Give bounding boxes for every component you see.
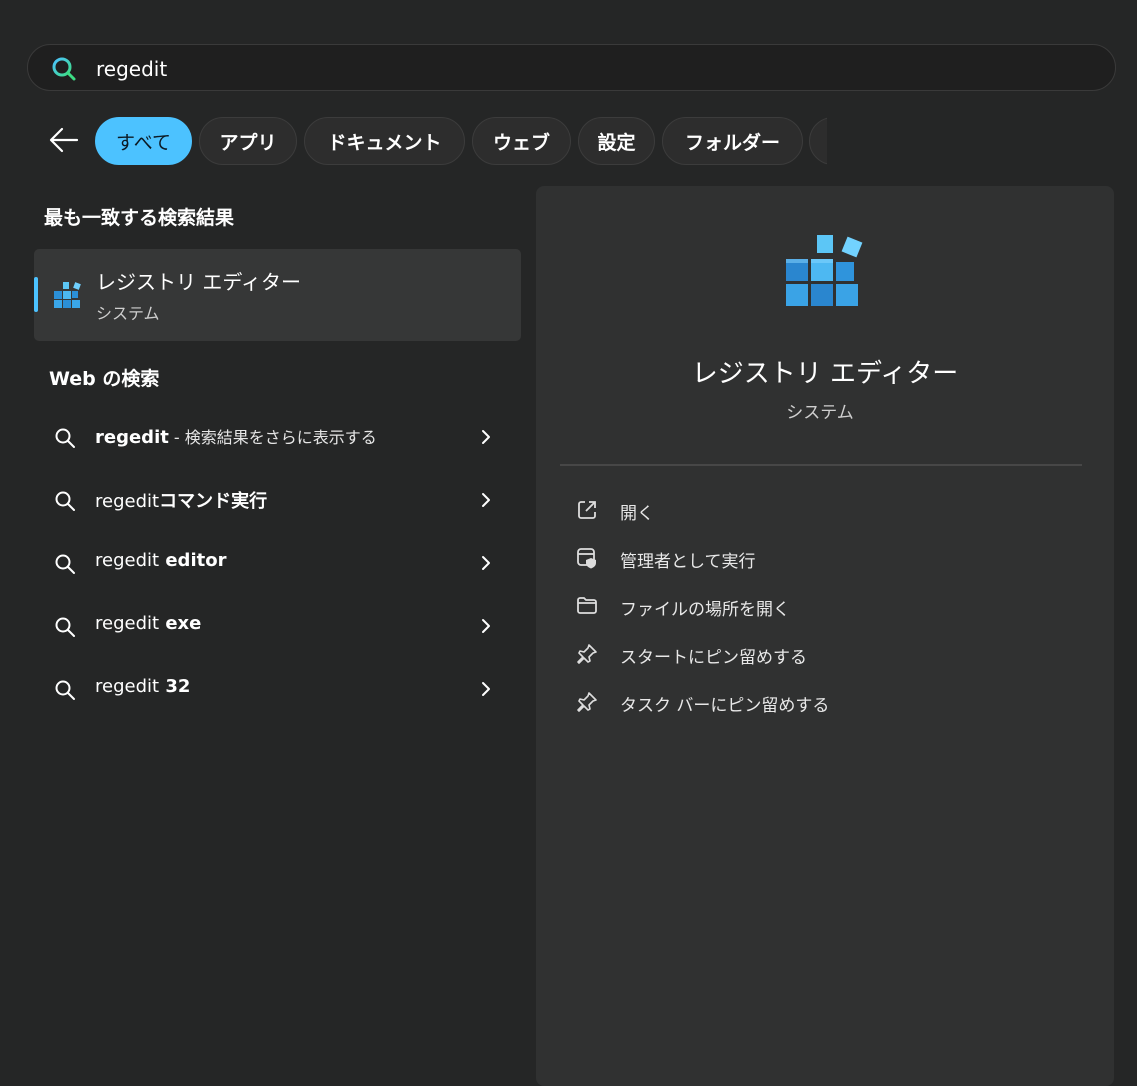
action-open[interactable]: 開く	[560, 488, 1080, 528]
search-box[interactable]	[27, 44, 1116, 91]
detail-app-name: レジストリ エディター	[691, 359, 959, 389]
web-search-heading: Web の検索	[49, 368, 160, 390]
search-icon	[55, 680, 75, 700]
search-icon	[55, 491, 75, 511]
selection-indicator	[34, 277, 38, 312]
back-arrow-icon[interactable]	[46, 124, 82, 156]
action-open-file-location[interactable]: ファイルの場所を開く	[560, 584, 1080, 624]
search-icon	[52, 57, 76, 81]
web-search-label: regedit 32	[95, 676, 191, 697]
chevron-right-icon	[482, 619, 490, 633]
web-search-label: regedit editor	[95, 550, 227, 571]
action-label: ファイルの場所を開く	[620, 600, 790, 620]
best-match-app-name: レジストリ エディター	[96, 270, 301, 294]
filter-chip-apps[interactable]: アプリ	[199, 117, 297, 165]
web-search-item[interactable]: regedit - 検索結果をさらに表示する	[34, 414, 521, 460]
folder-icon	[577, 597, 597, 614]
action-run-as-admin[interactable]: 管理者として実行	[560, 536, 1080, 576]
filter-chip-documents[interactable]: ドキュメント	[304, 117, 465, 165]
pin-icon	[577, 644, 597, 664]
filter-chip-folders[interactable]: フォルダー	[662, 117, 803, 165]
filter-chip-all[interactable]: すべて	[95, 117, 192, 165]
action-label: スタートにピン留めする	[620, 648, 807, 668]
open-external-icon	[578, 501, 596, 519]
best-match-heading: 最も一致する検索結果	[44, 207, 235, 229]
best-match-app-type: システム	[96, 304, 160, 323]
action-pin-to-start[interactable]: スタートにピン留めする	[560, 632, 1080, 672]
filter-chip-settings[interactable]: 設定	[578, 117, 655, 165]
filter-chips: すべて アプリ ドキュメント ウェブ 設定 フォルダー	[95, 117, 827, 165]
web-search-label: regedit - 検索結果をさらに表示する	[95, 427, 377, 448]
filter-chip-web[interactable]: ウェブ	[472, 117, 571, 165]
detail-app-type: システム	[786, 403, 854, 423]
chevron-right-icon	[482, 430, 490, 444]
web-search-label: regeditコマンド実行	[95, 491, 268, 512]
registry-editor-icon	[54, 282, 81, 308]
web-search-item[interactable]: regedit 32	[34, 666, 521, 712]
search-icon	[55, 554, 75, 574]
web-search-label: regedit exe	[95, 613, 202, 634]
action-label: 管理者として実行	[620, 552, 756, 572]
action-label: 開く	[620, 504, 654, 524]
shield-admin-icon	[577, 548, 596, 569]
web-search-item[interactable]: regedit exe	[34, 603, 521, 649]
best-match-item[interactable]: レジストリ エディター システム	[34, 249, 521, 341]
search-icon	[55, 617, 75, 637]
registry-editor-icon	[786, 235, 863, 306]
web-search-item[interactable]: regedit editor	[34, 540, 521, 586]
filter-chip-more[interactable]	[809, 117, 827, 165]
search-input[interactable]	[94, 53, 1098, 85]
chevron-right-icon	[482, 556, 490, 570]
action-pin-to-taskbar[interactable]: タスク バーにピン留めする	[560, 680, 1080, 720]
search-icon	[55, 428, 75, 448]
chevron-right-icon	[482, 493, 490, 507]
chevron-right-icon	[482, 682, 490, 696]
pin-icon	[577, 692, 597, 712]
web-search-item[interactable]: regeditコマンド実行	[34, 477, 521, 523]
detail-panel: レジストリ エディター システム 開く 管理者として実行 ファイルの場所を開く …	[536, 186, 1114, 1086]
divider	[560, 464, 1082, 466]
action-label: タスク バーにピン留めする	[620, 696, 830, 716]
